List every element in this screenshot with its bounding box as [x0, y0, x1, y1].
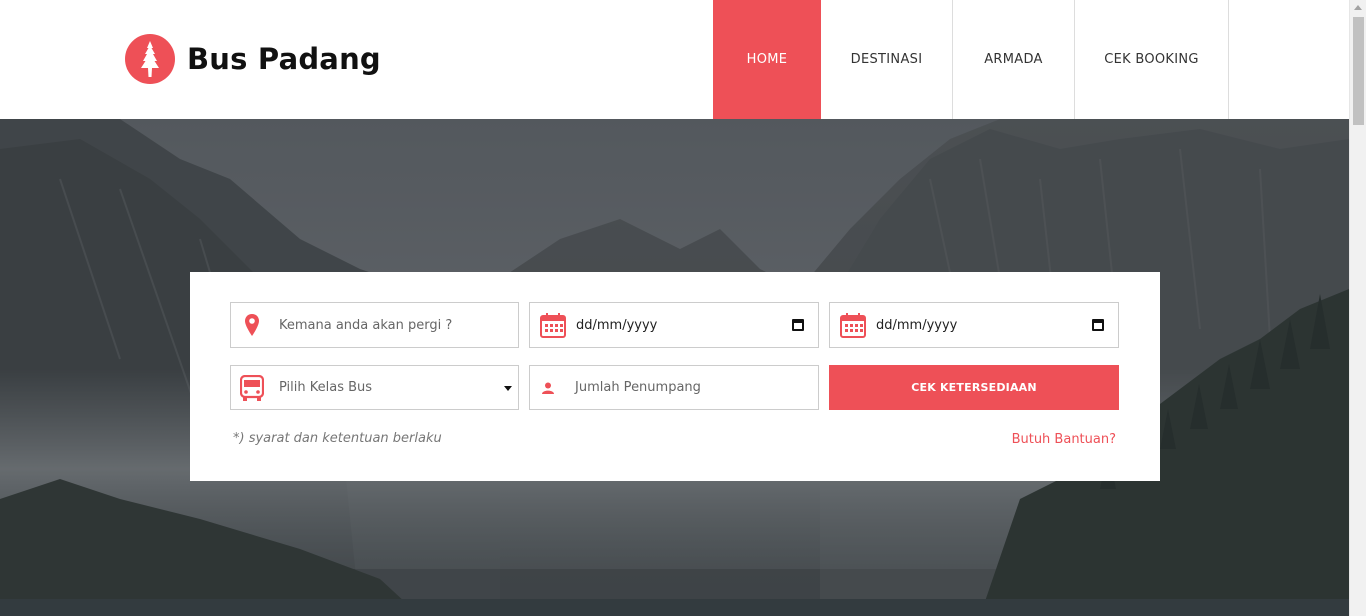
return-date-value: dd/mm/yyyy: [876, 317, 958, 333]
calendar-icon: [535, 303, 571, 347]
destination-field[interactable]: Kemana anda akan pergi ?: [230, 302, 519, 348]
help-link[interactable]: Butuh Bantuan?: [1012, 432, 1116, 447]
chevron-down-icon: [504, 386, 512, 391]
destination-placeholder: Kemana anda akan pergi ?: [279, 317, 453, 333]
nav-destinasi[interactable]: DESTINASI: [821, 0, 953, 119]
passenger-count-input[interactable]: Jumlah Penumpang: [529, 365, 819, 410]
date-picker-button[interactable]: [792, 319, 804, 331]
brand-name: Bus Padang: [187, 42, 381, 76]
passenger-placeholder: Jumlah Penumpang: [575, 380, 701, 395]
nav-cek-booking[interactable]: CEK BOOKING: [1075, 0, 1229, 119]
booking-form-card: Kemana anda akan pergi ? dd/mm/yyyy dd/m…: [190, 272, 1160, 481]
depart-date-value: dd/mm/yyyy: [576, 317, 658, 333]
scroll-thumb[interactable]: [1353, 17, 1364, 125]
bus-class-select[interactable]: Pilih Kelas Bus: [230, 365, 519, 410]
bus-class-selected: Pilih Kelas Bus: [279, 380, 373, 395]
terms-note: *) syarat dan ketentuan berlaku: [233, 431, 442, 446]
bus-icon: [234, 366, 270, 410]
scroll-up-arrow-icon[interactable]: [1354, 5, 1362, 10]
brand-logo[interactable]: Bus Padang: [125, 34, 381, 84]
depart-date-field[interactable]: dd/mm/yyyy: [529, 302, 819, 348]
date-picker-button[interactable]: [1092, 319, 1104, 331]
check-availability-button[interactable]: CEK KETERSEDIAAN: [829, 365, 1119, 410]
nav-armada[interactable]: ARMADA: [953, 0, 1075, 119]
main-nav: HOME DESTINASI ARMADA CEK BOOKING: [713, 0, 1229, 119]
page-scrollbar[interactable]: [1349, 0, 1366, 616]
nav-home[interactable]: HOME: [713, 0, 821, 119]
tree-icon: [125, 34, 175, 84]
calendar-icon: [835, 303, 871, 347]
map-marker-icon: [234, 303, 270, 347]
return-date-field[interactable]: dd/mm/yyyy: [829, 302, 1119, 348]
site-header: Bus Padang HOME DESTINASI ARMADA CEK BOO…: [0, 0, 1349, 119]
user-icon: [530, 366, 566, 410]
